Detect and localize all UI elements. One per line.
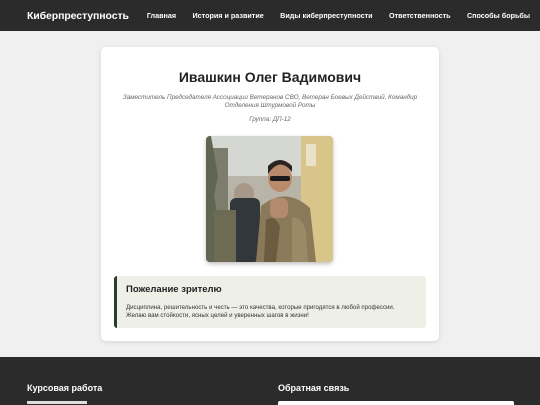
top-navbar: Киберпреступность Главная История и разв… [0,0,540,31]
viewer-wish-block: Пожелание зрителю Дисциплина, решительно… [114,276,426,328]
nav-link-methods[interactable]: Способы борьбы [467,11,530,20]
nav-link-responsibility[interactable]: Ответственность [389,11,451,20]
footer-subtext [27,401,87,404]
nav-link-history[interactable]: История и развитие [193,11,264,20]
profile-photo [206,136,333,262]
nav-link-types[interactable]: Виды киберпреступности [280,11,372,20]
wish-text: Дисциплина, решительность и честь — это … [126,304,395,320]
profile-group: Группа: ДП-12 [249,116,291,123]
main-nav: Главная История и развитие Виды киберпре… [147,11,530,20]
wish-title: Пожелание зрителю [126,284,222,295]
nav-link-home[interactable]: Главная [147,11,176,20]
profile-card: Ивашкин Олег Вадимович Заместитель Предс… [101,47,439,341]
site-logo[interactable]: Киберпреступность [27,10,129,22]
feedback-input[interactable] [278,401,514,405]
photo-image [206,136,333,262]
profile-role: Заместитель Председателя Ассоциации Вете… [122,94,418,110]
footer: Курсовая работа Обратная связь [0,357,540,405]
profile-name: Ивашкин Олег Вадимович [178,69,362,85]
footer-feedback-title: Обратная связь [278,383,350,393]
footer-coursework-title: Курсовая работа [27,383,103,393]
